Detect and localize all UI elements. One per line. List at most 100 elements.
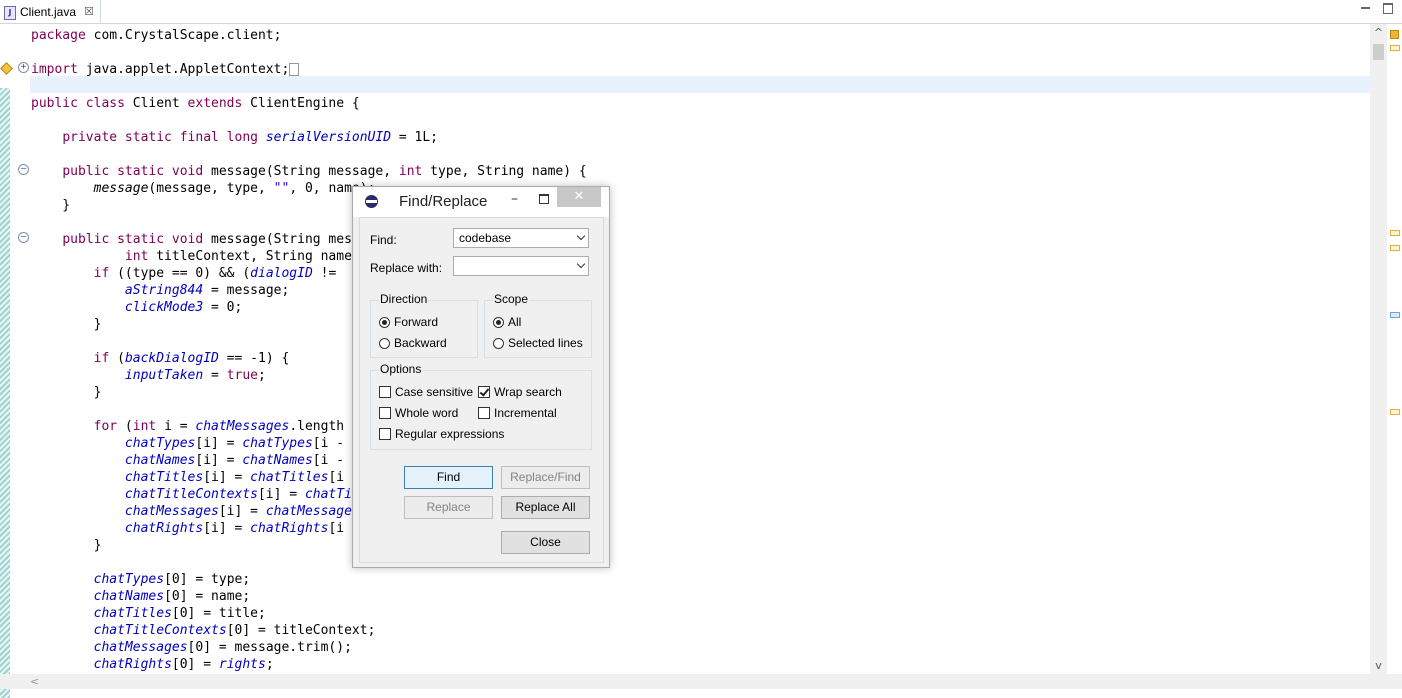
regex-checkbox[interactable]: Regular expressions — [379, 427, 504, 441]
code-token: [0] = titleContext; — [226, 623, 376, 638]
chevron-down-icon[interactable] — [578, 261, 585, 268]
code-line[interactable]: chatNames[0] = name; — [31, 588, 587, 605]
code-line[interactable] — [31, 146, 587, 163]
whole-word-checkbox[interactable]: Whole word — [379, 406, 458, 420]
case-sensitive-checkbox[interactable]: Case sensitive — [379, 385, 473, 399]
overview-marker[interactable] — [1390, 312, 1400, 318]
tab-close-icon[interactable]: ☒ — [84, 5, 94, 18]
wrap-search-checkbox[interactable]: Wrap search — [478, 385, 562, 399]
overview-warning-icon[interactable] — [1390, 30, 1399, 39]
code-token: = — [203, 368, 227, 383]
code-token: int — [124, 249, 149, 264]
dialog-title: Find/Replace — [399, 193, 488, 210]
checkbox-unchecked — [379, 407, 391, 419]
code-line[interactable]: chatRights[0] = rights; — [31, 656, 587, 673]
scrollbar-corner — [1370, 674, 1402, 689]
vertical-scrollbar[interactable]: ^ v — [1370, 24, 1387, 674]
find-button[interactable]: Find — [404, 466, 493, 489]
overview-marker[interactable] — [1390, 409, 1400, 415]
code-editor[interactable]: + – – package com.CrystalScape.client; i… — [0, 24, 1402, 698]
collapse-fold-icon[interactable]: – — [18, 164, 29, 175]
options-title: Options — [379, 362, 423, 376]
code-line[interactable]: package com.CrystalScape.client; — [31, 27, 587, 44]
code-line[interactable] — [31, 78, 587, 95]
code-line[interactable]: public class Client extends ClientEngine… — [31, 95, 587, 112]
overview-marker[interactable] — [1390, 45, 1400, 51]
code-token: "" — [273, 181, 290, 196]
code-line[interactable]: public static void message(String messag… — [31, 163, 586, 180]
find-label: Find: — [370, 233, 397, 247]
regex-label: Regular expressions — [395, 427, 505, 441]
expand-fold-icon[interactable]: + — [18, 62, 29, 73]
maximize-icon[interactable] — [539, 194, 549, 204]
scroll-thumb[interactable] — [1373, 44, 1384, 60]
code-line[interactable]: chatTitles[0] = title; — [31, 605, 587, 622]
incremental-label: Incremental — [494, 406, 557, 420]
code-token: chatMessages — [195, 419, 290, 434]
code-token: != — [312, 266, 345, 281]
code-token: chatMessages — [124, 504, 219, 519]
close-icon[interactable]: ✕ — [557, 187, 601, 207]
backward-radio[interactable]: Backward — [379, 336, 447, 350]
chevron-down-icon[interactable] — [578, 233, 585, 240]
maximize-editor-icon[interactable] — [1382, 2, 1394, 14]
replace-button[interactable]: Replace — [404, 496, 493, 519]
code-line[interactable] — [31, 112, 587, 129]
code-token: Client — [124, 96, 188, 111]
overview-marker[interactable] — [1390, 230, 1400, 236]
code-token: if — [93, 351, 110, 366]
code-line[interactable] — [31, 44, 587, 61]
code-token: chatNames — [242, 453, 313, 468]
code-token: public class — [31, 96, 125, 111]
checkbox-unchecked — [478, 407, 490, 419]
radio-unselected — [493, 337, 504, 349]
find-value: codebase — [459, 231, 512, 245]
code-token: [0] = type; — [164, 572, 251, 587]
scroll-left-icon[interactable]: < — [30, 674, 39, 689]
code-line[interactable]: chatTypes[0] = type; — [31, 571, 587, 588]
all-label: All — [508, 315, 522, 329]
code-line[interactable]: chatTitleContexts[0] = titleContext; — [31, 622, 587, 639]
code-token: ( — [109, 351, 125, 366]
collapsed-imports-icon[interactable] — [289, 63, 300, 76]
overview-marker[interactable] — [1390, 245, 1400, 251]
code-token: titleContext, String name — [148, 249, 352, 264]
replace-find-button[interactable]: Replace/Find — [501, 466, 590, 489]
all-radio[interactable]: All — [493, 315, 521, 329]
code-line[interactable]: private static final long serialVersionU… — [31, 129, 587, 146]
dialog-title-bar[interactable]: Find/Replace – ✕ — [353, 187, 609, 217]
code-line[interactable]: import java.applet.AppletContext; — [31, 61, 587, 78]
replace-input[interactable] — [453, 256, 589, 276]
code-token: (message, type, — [148, 181, 274, 196]
minimize-icon[interactable]: – — [511, 191, 518, 207]
checkbox-checked — [478, 386, 490, 398]
scroll-down-icon[interactable]: v — [1370, 657, 1387, 674]
code-token: [0] = — [171, 657, 219, 672]
code-token: inputTaken — [124, 368, 204, 383]
replace-all-button[interactable]: Replace All — [501, 496, 590, 519]
collapse-fold-icon[interactable]: – — [18, 232, 29, 243]
forward-radio[interactable]: Forward — [379, 315, 438, 329]
selected-lines-radio[interactable]: Selected lines — [493, 336, 583, 350]
selected-lines-label: Selected lines — [508, 336, 583, 350]
close-button[interactable]: Close — [501, 531, 590, 554]
code-token: [0] = message.trim(); — [187, 640, 352, 655]
find-input[interactable]: codebase — [453, 228, 589, 248]
code-token: clickMode3 — [124, 300, 204, 315]
horizontal-scrollbar[interactable]: < — [0, 674, 1370, 689]
code-token: rights — [218, 657, 266, 672]
scroll-up-icon[interactable]: ^ — [1370, 24, 1387, 41]
change-ruler — [0, 88, 10, 698]
warning-icon[interactable] — [0, 62, 12, 74]
code-line[interactable]: chatMessages[0] = message.trim(); — [31, 639, 587, 656]
minimize-editor-icon[interactable] — [1360, 2, 1372, 14]
incremental-checkbox[interactable]: Incremental — [478, 406, 557, 420]
tab-client-java[interactable]: J Client.java ☒ — [0, 0, 101, 23]
